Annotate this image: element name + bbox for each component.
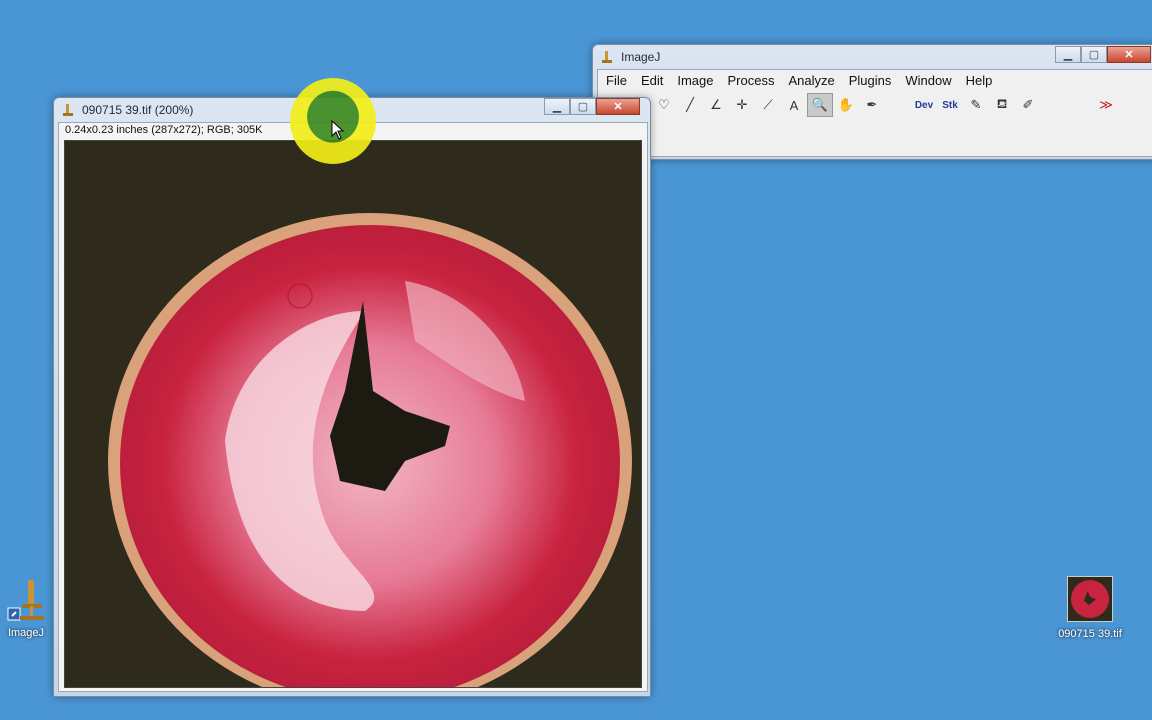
desktop-icon-imagej[interactable]: ImageJ — [2, 576, 50, 639]
menu-plugins[interactable]: Plugins — [842, 71, 899, 89]
desktop-icon-tif-file[interactable]: 090715 39.tif — [1050, 576, 1130, 640]
menu-process[interactable]: Process — [721, 71, 782, 89]
pencil-tool-icon[interactable]: ✐ — [1015, 93, 1041, 117]
blank-tool[interactable] — [1041, 93, 1067, 117]
minimize-button[interactable]: ▁ — [1055, 46, 1081, 63]
dev-menu-tool[interactable]: Dev — [911, 93, 937, 117]
image-window-title: 090715 39.tif (200%) — [82, 103, 194, 117]
image-canvas[interactable] — [64, 140, 642, 688]
image-info-text: 0.24x0.23 inches (287x272); RGB; 305K — [65, 124, 263, 136]
tuber-slice-image — [65, 141, 641, 687]
imagej-app-icon — [602, 51, 612, 63]
menu-window[interactable]: Window — [898, 71, 958, 89]
maximize-icon: ▢ — [1088, 49, 1100, 61]
maximize-icon: ▢ — [577, 101, 589, 113]
close-icon: ✕ — [613, 101, 623, 113]
imagej-title: ImageJ — [621, 50, 661, 64]
microscope-icon — [7, 580, 44, 621]
flood-fill-tool-icon[interactable]: ⛾ — [989, 93, 1015, 117]
maximize-button[interactable]: ▢ — [1081, 46, 1107, 63]
close-button[interactable]: ✕ — [1107, 46, 1151, 63]
imagej-toolbar: ▭⬠♡╱∠✛⟋A🔍✋✒DevStk✎⛾✐≫ — [599, 93, 1119, 117]
wand-tool-icon[interactable]: ⟋ — [755, 93, 781, 117]
imagej-app-icon — [63, 104, 73, 116]
stk-menu-tool[interactable]: Stk — [937, 93, 963, 117]
angle-tool-icon[interactable]: ∠ — [703, 93, 729, 117]
hand-tool-icon[interactable]: ✋ — [833, 93, 859, 117]
file-thumbnail — [1067, 576, 1113, 622]
minimize-icon: ▁ — [1063, 49, 1073, 61]
desktop-icon-label: ImageJ — [7, 627, 45, 639]
brush-tool-icon[interactable]: ✎ — [963, 93, 989, 117]
text-tool-icon[interactable]: A — [781, 93, 807, 117]
image-window[interactable]: 090715 39.tif (200%) ▁ ▢ ✕ 0.24x0.23 inc… — [53, 97, 651, 697]
menu-edit[interactable]: Edit — [634, 71, 670, 89]
blank-tool[interactable] — [885, 93, 911, 117]
dropper-tool-icon[interactable]: ✒ — [859, 93, 885, 117]
magnifier-tool-icon[interactable]: 🔍 — [807, 93, 833, 117]
menu-analyze[interactable]: Analyze — [781, 71, 841, 89]
mouse-pointer-icon — [331, 120, 345, 140]
close-icon: ✕ — [1124, 49, 1134, 61]
minimize-button[interactable]: ▁ — [544, 98, 570, 115]
more-tools-icon[interactable]: ≫ — [1093, 93, 1119, 117]
menu-help[interactable]: Help — [959, 71, 1000, 89]
point-tool-icon[interactable]: ✛ — [729, 93, 755, 117]
blank-tool[interactable] — [1067, 93, 1093, 117]
imagej-main-window[interactable]: ImageJ ▁ ▢ ✕ File Edit Image Process Analyze… — [592, 44, 1152, 160]
line-tool-icon[interactable]: ╱ — [677, 93, 703, 117]
close-button[interactable]: ✕ — [596, 98, 640, 115]
imagej-titlebar[interactable]: ImageJ ▁ ▢ ✕ — [593, 45, 1152, 69]
freehand-tool-icon[interactable]: ♡ — [651, 93, 677, 117]
imagej-menubar: File Edit Image Process Analyze Plugins Window… — [599, 71, 999, 89]
menu-image[interactable]: Image — [670, 71, 720, 89]
desktop-icon-label: 090715 39.tif — [1058, 628, 1122, 640]
minimize-icon: ▁ — [552, 101, 562, 113]
maximize-button[interactable]: ▢ — [570, 98, 596, 115]
menu-file[interactable]: File — [599, 71, 634, 89]
